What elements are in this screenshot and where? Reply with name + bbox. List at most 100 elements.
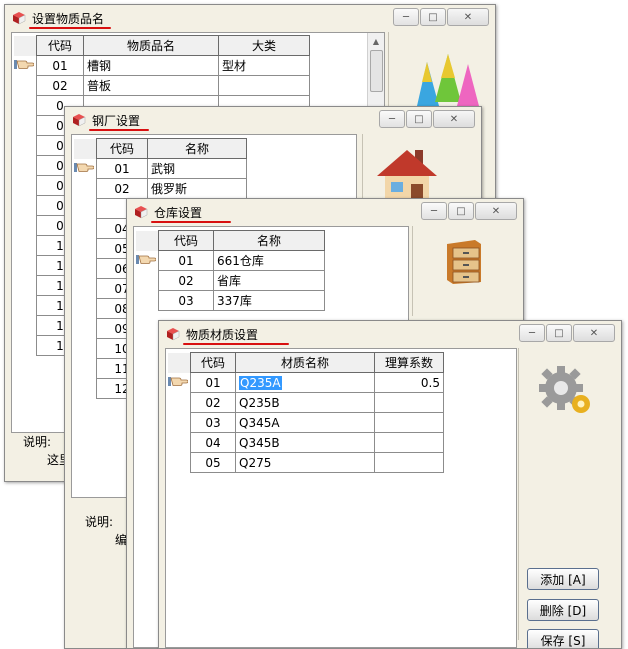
table-cell[interactable]: 01 — [36, 55, 84, 76]
cube-icon — [135, 206, 148, 219]
maximize-icon[interactable]: □ — [406, 110, 432, 128]
table-row[interactable]: 01 槽钢 型材 — [14, 55, 310, 76]
cell-text: 01 — [114, 161, 130, 176]
cell-text: Q345A — [239, 415, 280, 430]
pointer-hand-icon — [136, 255, 156, 264]
table-cell[interactable]: 02 — [96, 178, 148, 199]
window-title: 仓库设置 — [154, 206, 203, 220]
maximize-icon[interactable]: □ — [448, 202, 474, 220]
save-button[interactable]: 保存 [S] — [527, 629, 599, 648]
delete-button[interactable]: 删除 [D] — [527, 599, 599, 621]
table-row[interactable]: 02 省库 — [136, 270, 325, 291]
scroll-thumb[interactable] — [370, 50, 383, 92]
minimize-icon[interactable]: ─ — [393, 8, 419, 26]
cell-text: 02 — [178, 273, 194, 288]
table-cell[interactable]: Q235B — [235, 392, 375, 413]
table-row[interactable]: 01 武钢 — [74, 158, 247, 179]
cell-text: 槽钢 — [87, 59, 112, 73]
side-panel: 添加 [A] 删除 [D] 保存 [S] — [518, 348, 615, 648]
cell-text: 0 — [56, 198, 64, 213]
table-cell[interactable]: 0.5 — [374, 372, 444, 393]
add-button[interactable]: 添加 [A] — [527, 568, 599, 590]
col-header-name[interactable]: 物质品名 — [83, 35, 219, 56]
table-cell[interactable]: 02 — [190, 392, 236, 413]
grades-table: 代码 材质名称 理算系数 01 Q235A 0.5 02 Q235B 03 Q345A 04 Q… — [168, 352, 444, 473]
maximize-icon[interactable]: □ — [420, 8, 446, 26]
col-header-code[interactable]: 代码 — [36, 35, 84, 56]
minimize-icon[interactable]: ─ — [519, 324, 545, 342]
table-cell[interactable]: 337库 — [213, 290, 325, 311]
pointer-hand-icon — [14, 60, 34, 69]
title-underline — [183, 343, 289, 345]
col-header-name[interactable]: 名称 — [147, 138, 247, 159]
scroll-up-icon[interactable]: ▲ — [368, 33, 384, 49]
titlebar[interactable]: 钢厂设置 ─ □ ✕ — [65, 107, 481, 133]
col-header-name[interactable]: 名称 — [213, 230, 325, 251]
maximize-icon[interactable]: □ — [546, 324, 572, 342]
table-cell[interactable] — [374, 412, 444, 433]
table-cell[interactable]: 俄罗斯 — [147, 178, 247, 199]
table-row[interactable]: 03 Q345A — [168, 412, 444, 433]
cell-text: 0.5 — [420, 375, 440, 390]
table-row[interactable]: 04 Q345B — [168, 432, 444, 453]
title-underline — [29, 27, 111, 29]
table-cell[interactable]: Q275 — [235, 452, 375, 473]
table-cell[interactable]: 01 — [158, 250, 214, 271]
titlebar[interactable]: 仓库设置 ─ □ ✕ — [127, 199, 523, 225]
cube-icon — [73, 114, 86, 127]
table-cell[interactable] — [374, 432, 444, 453]
table-cell[interactable]: 槽钢 — [83, 55, 219, 76]
grid-panel: 代码 材质名称 理算系数 01 Q235A 0.5 02 Q235B 03 Q345A 04 Q… — [165, 348, 517, 648]
close-icon[interactable]: ✕ — [475, 202, 517, 220]
col-header-grade-name[interactable]: 材质名称 — [235, 352, 375, 373]
table-cell[interactable]: 05 — [190, 452, 236, 473]
cabinet-icon — [447, 240, 481, 284]
table-row[interactable]: 02 Q235B — [168, 392, 444, 413]
col-header-category[interactable]: 大类 — [218, 35, 310, 56]
table-cell[interactable]: Q345B — [235, 432, 375, 453]
cell-text: 型材 — [222, 59, 247, 73]
table-row[interactable]: 02 俄罗斯 — [74, 178, 247, 199]
table-cell[interactable] — [374, 452, 444, 473]
col-header-code[interactable]: 代码 — [158, 230, 214, 251]
cell-text: 1 — [56, 338, 64, 353]
table-row[interactable]: 02 普板 — [14, 75, 310, 96]
col-header-code[interactable]: 代码 — [190, 352, 236, 373]
close-icon[interactable]: ✕ — [573, 324, 615, 342]
table-row[interactable]: 01 661仓库 — [136, 250, 325, 271]
close-icon[interactable]: ✕ — [447, 8, 489, 26]
table-cell[interactable]: 02 — [36, 75, 84, 96]
table-cell[interactable]: Q235A — [235, 372, 375, 393]
table-cell[interactable]: 03 — [190, 412, 236, 433]
cell-text: 0 — [56, 98, 64, 113]
table-row[interactable]: 05 Q275 — [168, 452, 444, 473]
cell-text: Q275 — [239, 455, 272, 470]
titlebar[interactable]: 物质材质设置 ─ □ ✕ — [159, 321, 621, 347]
close-icon[interactable]: ✕ — [433, 110, 475, 128]
table-cell[interactable]: Q345A — [235, 412, 375, 433]
col-header-code[interactable]: 代码 — [96, 138, 148, 159]
cell-text: 1 — [56, 238, 64, 253]
table-row[interactable]: 03 337库 — [136, 290, 325, 311]
gear-icon — [539, 366, 590, 413]
table-cell[interactable]: 04 — [190, 432, 236, 453]
cell-text: 01 — [178, 253, 194, 268]
table-cell[interactable]: 02 — [158, 270, 214, 291]
cell-text: 1 — [56, 258, 64, 273]
table-cell[interactable]: 武钢 — [147, 158, 247, 179]
table-cell[interactable]: 03 — [158, 290, 214, 311]
col-header-coefficient[interactable]: 理算系数 — [374, 352, 444, 373]
table-cell[interactable] — [374, 392, 444, 413]
minimize-icon[interactable]: ─ — [421, 202, 447, 220]
window-title: 钢厂设置 — [92, 114, 141, 128]
titlebar[interactable]: 设置物质品名 ─ □ ✕ — [5, 5, 495, 31]
table-row[interactable]: 01 Q235A 0.5 — [168, 372, 444, 393]
table-cell[interactable]: 01 — [96, 158, 148, 179]
table-cell[interactable]: 普板 — [83, 75, 219, 96]
table-cell[interactable]: 型材 — [218, 55, 310, 76]
table-cell[interactable] — [218, 75, 310, 96]
table-cell[interactable]: 01 — [190, 372, 236, 393]
minimize-icon[interactable]: ─ — [379, 110, 405, 128]
table-cell[interactable]: 省库 — [213, 270, 325, 291]
table-cell[interactable]: 661仓库 — [213, 250, 325, 271]
